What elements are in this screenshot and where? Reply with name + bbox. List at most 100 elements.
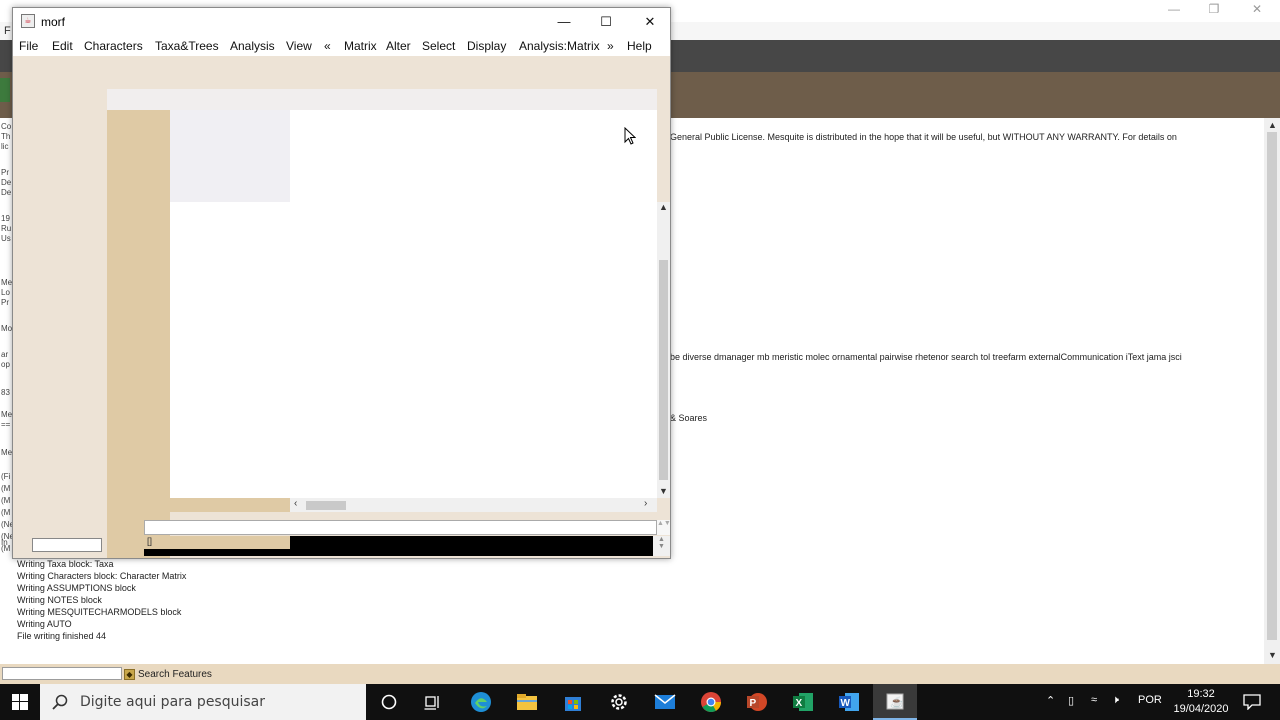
console-text[interactable]: [] — [144, 536, 290, 549]
menu-alter[interactable]: Alter — [386, 39, 411, 53]
clock-time: 19:32 — [1187, 688, 1215, 700]
log-fragment: Ru — [1, 224, 12, 233]
matrix-horizontal-scrollbar[interactable]: ‹ › — [290, 498, 657, 512]
tool-field[interactable] — [32, 538, 102, 552]
log-fragment: Pr — [1, 168, 9, 177]
edge-browser-icon[interactable] — [467, 688, 495, 716]
log-scrollbar[interactable]: ▲ ▼ — [1264, 118, 1280, 664]
svg-text:W: W — [841, 698, 851, 709]
cortana-icon[interactable] — [375, 688, 403, 716]
tray-expand-icon[interactable]: ⌃ — [1046, 694, 1055, 707]
menu-scroll-right[interactable]: » — [607, 39, 614, 53]
matrix-corner — [170, 498, 290, 512]
battery-icon[interactable]: ▯ — [1068, 694, 1074, 707]
taskbar-clock[interactable]: 19:32 19/04/2020 — [1168, 687, 1234, 717]
log-line: Writing AUTO — [17, 619, 72, 629]
svg-text:☕: ☕ — [890, 695, 904, 709]
menu-view[interactable]: View — [286, 39, 312, 53]
maximize-icon[interactable]: ☐ — [591, 12, 621, 32]
volume-icon[interactable]: 🕨 — [1112, 694, 1119, 707]
log-line-authors: & Soares — [670, 413, 708, 423]
log-scroll-thumb[interactable] — [1267, 132, 1277, 640]
log-fragment: lic — [1, 142, 9, 151]
log-line-modules: be diverse dmanager mb meristic molec or… — [670, 352, 1182, 362]
search-features-button[interactable]: ◆ Search Features — [124, 666, 212, 682]
settings-gear-icon[interactable] — [605, 688, 633, 716]
wifi-icon[interactable]: ≈ — [1091, 694, 1097, 706]
log-fragment: Lo — [1, 288, 10, 297]
matrix-window-titlebar[interactable]: ☕ morf — ☐ ✕ — [13, 8, 670, 36]
log-fragment: (M — [1, 484, 11, 493]
log-fragment: Pr — [1, 298, 9, 307]
powerpoint-icon[interactable]: P — [743, 688, 771, 716]
matrix-editor: ▲ ▼ ‹ › ▲▼ [] ▲ ▼ — [13, 56, 671, 558]
menu-help[interactable]: Help — [627, 39, 652, 53]
search-features-icon: ◆ — [124, 668, 135, 680]
log-fragment: (M — [1, 496, 11, 505]
log-fragment: Me — [1, 278, 13, 287]
scroll-up-icon[interactable]: ▲ — [659, 202, 668, 212]
chrome-icon[interactable] — [697, 688, 725, 716]
scroll-up-icon[interactable]: ▲ — [1268, 120, 1277, 130]
menu-analysis-matrix[interactable]: Analysis:Matrix — [519, 39, 600, 53]
scroll-down-icon[interactable]: ▼ — [1268, 650, 1277, 660]
log-fragment: Th — [1, 132, 11, 141]
word-icon[interactable]: W — [835, 688, 863, 716]
matrix-vertical-scroll-thumb[interactable] — [659, 260, 668, 480]
task-view-icon[interactable] — [419, 688, 447, 716]
menu-select[interactable]: Select — [422, 39, 455, 53]
menu-matrix[interactable]: Matrix — [344, 39, 377, 53]
log-fragment: Co — [1, 122, 12, 131]
cell-edit-scroll[interactable]: ▲▼ — [657, 520, 671, 535]
close-icon[interactable]: ✕ — [1247, 2, 1267, 18]
minimize-icon[interactable]: — — [1164, 2, 1184, 18]
log-line: File writing finished 44 — [17, 631, 107, 641]
menu-display[interactable]: Display — [467, 39, 506, 53]
window-title: morf — [41, 15, 65, 29]
scroll-down-icon[interactable]: ▼ — [659, 486, 668, 496]
file-explorer-icon[interactable] — [513, 688, 541, 716]
log-fragment: Mo — [1, 324, 13, 333]
background-menu-fragment[interactable]: F — [4, 25, 11, 37]
log-line-license: General Public License. Mesquite is dist… — [670, 132, 1177, 142]
menu-taxa-trees[interactable]: Taxa&Trees — [155, 39, 219, 53]
cell-edit-field[interactable] — [144, 520, 657, 535]
menu-analysis[interactable]: Analysis — [230, 39, 275, 53]
menu-scroll-left[interactable]: « — [324, 39, 331, 53]
start-button[interactable] — [0, 684, 40, 720]
menu-file[interactable]: File — [19, 39, 38, 53]
minimize-icon[interactable]: — — [549, 12, 579, 32]
log-line: Writing Characters block: Character Matr… — [17, 571, 187, 581]
log-fragment: ar — [1, 350, 9, 359]
scroll-right-icon[interactable]: › — [644, 498, 647, 509]
language-indicator[interactable]: POR — [1138, 694, 1162, 706]
character-names-header[interactable] — [170, 110, 290, 202]
log-fragment: op — [1, 360, 10, 369]
menu-characters[interactable]: Characters — [84, 39, 143, 53]
restore-icon[interactable]: ❐ — [1204, 2, 1224, 18]
notifications-icon[interactable] — [1238, 688, 1266, 716]
store-icon[interactable] — [559, 688, 587, 716]
matrix-vertical-scrollbar[interactable]: ▲ ▼ — [657, 202, 670, 498]
svg-text:P: P — [750, 698, 757, 709]
matrix-info-bar — [107, 89, 657, 110]
scroll-left-icon[interactable]: ‹ — [294, 498, 297, 509]
console-scroll[interactable]: ▲ ▼ — [653, 536, 670, 556]
log-fragment: (M — [1, 508, 11, 517]
taxon-names-column[interactable] — [107, 110, 170, 558]
taskbar-java-app[interactable]: ☕ — [873, 684, 917, 720]
log-fragment: Us — [1, 234, 11, 243]
log-line: Writing Taxa block: Taxa — [17, 559, 114, 569]
java-app-icon: ☕ — [21, 14, 35, 28]
status-bar: ◆ Search Features — [0, 664, 1280, 684]
matrix-horizontal-scroll-thumb[interactable] — [306, 501, 346, 510]
mail-icon[interactable] — [651, 688, 679, 716]
menu-bar: File Edit Characters Taxa&Trees Analysis… — [13, 36, 670, 56]
close-icon[interactable]: ✕ — [635, 12, 665, 32]
taskbar-search-box[interactable]: Digite aqui para pesquisar — [40, 684, 366, 720]
log-line: Writing MESQUITECHARMODELS block — [17, 607, 182, 617]
menu-edit[interactable]: Edit — [52, 39, 73, 53]
excel-icon[interactable]: X — [789, 688, 817, 716]
svg-text:X: X — [796, 698, 803, 709]
status-command-field[interactable] — [2, 667, 122, 680]
